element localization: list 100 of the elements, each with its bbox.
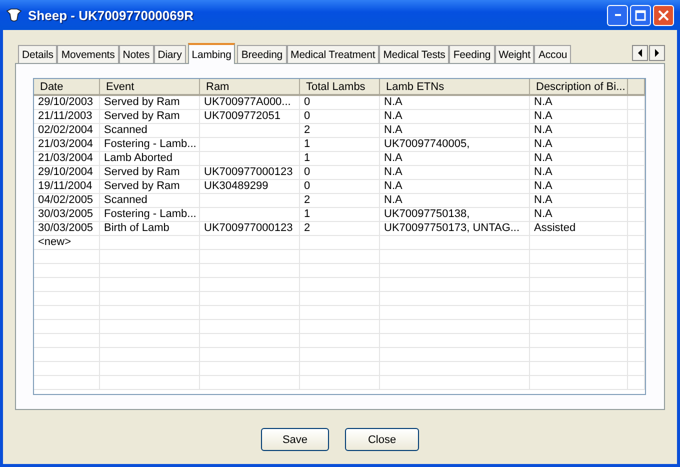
window-title: Sheep - UK700977000069R (28, 8, 194, 22)
table-cell: 0 (300, 180, 380, 194)
column-header[interactable]: Description of Bi... (530, 79, 628, 96)
tab[interactable]: Lambing (188, 43, 236, 64)
table-cell: N.A (380, 180, 530, 194)
table-cell: N.A (380, 194, 530, 208)
table-cell: UK700977000123 (200, 222, 300, 236)
table-cell (628, 152, 645, 166)
table-cell: UK7009772051 (200, 110, 300, 124)
tab[interactable]: Medical Tests (379, 45, 450, 63)
table-cell (34, 320, 100, 334)
table-cell: 1 (300, 208, 380, 222)
table-cell: N.A (380, 96, 530, 110)
scroll-right-button[interactable] (649, 45, 665, 61)
table-cell (628, 222, 645, 236)
table-cell: 21/03/2004 (34, 138, 100, 152)
tab[interactable]: Breeding (237, 45, 287, 63)
table-cell (628, 376, 645, 390)
left-arrow-icon (638, 49, 642, 57)
header-filler (628, 79, 645, 96)
table-cell: 04/02/2005 (34, 194, 100, 208)
table-cell (628, 138, 645, 152)
table-cell: UK70097740005, (380, 138, 530, 152)
table-cell (34, 250, 100, 264)
scroll-left-button[interactable] (632, 45, 648, 61)
table-cell: 30/03/2005 (34, 208, 100, 222)
save-button[interactable]: Save (261, 428, 329, 451)
tab[interactable]: Feeding (449, 45, 495, 63)
table-cell: UK70097750138, (380, 208, 530, 222)
table-cell (628, 208, 645, 222)
table-cell: UK700977A000... (200, 96, 300, 110)
tab[interactable]: Movements (57, 45, 119, 63)
column-header[interactable]: Event (100, 79, 200, 96)
table-cell (628, 264, 645, 278)
column-header[interactable]: Date (34, 79, 100, 96)
table-cell: Scanned (100, 124, 200, 138)
table-cell: N.A (530, 124, 628, 138)
maximize-button[interactable] (630, 4, 651, 26)
table-cell: UK70097750173, UNTAG... (380, 222, 530, 236)
maximize-icon (635, 10, 646, 20)
table-cell: Lamb Aborted (100, 152, 200, 166)
tab[interactable]: Diary (154, 45, 186, 63)
table-cell (628, 292, 645, 306)
table-cell: N.A (530, 110, 628, 124)
table-cell (628, 250, 645, 264)
table-cell: N.A (530, 180, 628, 194)
table-cell (34, 292, 100, 306)
table-cell (34, 306, 100, 320)
table-cell: 0 (300, 96, 380, 110)
table-cell: 02/02/2004 (34, 124, 100, 138)
table-cell: Fostering - Lamb... (100, 138, 200, 152)
table-cell (34, 348, 100, 362)
table-cell: N.A (530, 152, 628, 166)
table-cell (628, 334, 645, 348)
close-icon (658, 10, 669, 20)
table-cell (34, 334, 100, 348)
table-cell (628, 96, 645, 110)
tab[interactable]: Details (18, 45, 58, 63)
table-cell: 29/10/2004 (34, 166, 100, 180)
table-cell (628, 180, 645, 194)
close-dialog-button[interactable]: Close (345, 428, 419, 451)
table-cell (628, 320, 645, 334)
table-cell: 19/11/2004 (34, 180, 100, 194)
table-cell (34, 376, 100, 390)
close-button[interactable] (653, 4, 674, 26)
table-cell: Birth of Lamb (100, 222, 200, 236)
table-cell (628, 166, 645, 180)
table-cell: Served by Ram (100, 180, 200, 194)
table-cell: UK30489299 (200, 180, 300, 194)
tab[interactable]: Notes (118, 45, 154, 63)
table-cell (628, 348, 645, 362)
table-cell: 2 (300, 124, 380, 138)
table-cell (34, 362, 100, 376)
column-header[interactable]: Ram (200, 79, 300, 96)
column-header[interactable]: Total Lambs (300, 79, 380, 96)
table-cell (628, 194, 645, 208)
table-cell: 21/03/2004 (34, 152, 100, 166)
table-cell (34, 278, 100, 292)
minimize-button[interactable] (607, 4, 628, 26)
table-cell: N.A (380, 124, 530, 138)
table-cell: N.A (530, 96, 628, 110)
table-cell: N.A (530, 138, 628, 152)
new-row-cell[interactable]: <new> (34, 236, 100, 250)
table-cell: 2 (300, 194, 380, 208)
table-cell: 0 (300, 110, 380, 124)
table-cell (628, 110, 645, 124)
right-arrow-icon (655, 49, 659, 57)
tab[interactable]: Medical Treatment (286, 45, 380, 63)
table-cell: N.A (380, 166, 530, 180)
table-cell: Served by Ram (100, 96, 200, 110)
tab[interactable]: Weight (494, 45, 534, 63)
tab[interactable]: Accou (534, 45, 572, 63)
table-cell: UK700977000123 (200, 166, 300, 180)
table-cell: 0 (300, 166, 380, 180)
table-cell: 30/03/2005 (34, 222, 100, 236)
sheep-icon (6, 8, 22, 22)
column-header[interactable]: Lamb ETNs (380, 79, 530, 96)
table-cell: N.A (380, 110, 530, 124)
table-cell (628, 124, 645, 138)
table-cell: Served by Ram (100, 166, 200, 180)
